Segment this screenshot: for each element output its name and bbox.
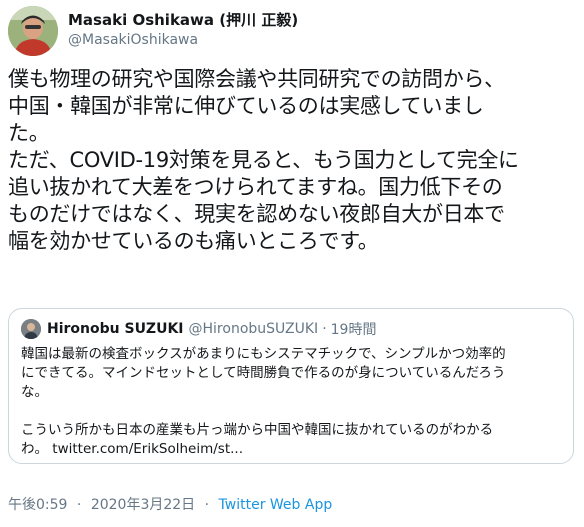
author-avatar[interactable] <box>8 6 58 56</box>
quoted-avatar-photo <box>21 319 41 339</box>
quoted-author-handle: @HironobuSUZUKI <box>188 321 319 337</box>
quoted-tweet-header: Hironobu SUZUKI @HironobuSUZUKI · 19時間 <box>21 319 376 339</box>
quoted-author-name: Hironobu SUZUKI <box>47 321 184 337</box>
quoted-tweet-text: 韓国は最新の検査ボックスがあまりにもシステマチックで、シンプルかつ効率的 にでき… <box>21 345 561 459</box>
avatar-photo <box>8 6 58 56</box>
author-handle[interactable]: @MasakiOshikawa <box>68 30 298 50</box>
tweet-meta: 午後0:59 · 2020年3月22日 · Twitter Web App <box>8 494 332 514</box>
tweet-date[interactable]: 2020年3月22日 <box>91 497 195 513</box>
author-name[interactable]: Masaki Oshikawa (押川 正毅) <box>68 10 298 30</box>
author-info: Masaki Oshikawa (押川 正毅) @MasakiOshikawa <box>68 10 298 50</box>
meta-separator: · <box>76 497 82 513</box>
quoted-separator: · <box>322 321 327 337</box>
quoted-author-avatar <box>21 319 41 339</box>
quoted-tweet[interactable]: Hironobu SUZUKI @HironobuSUZUKI · 19時間 韓… <box>8 308 574 464</box>
source-app-link[interactable]: Twitter Web App <box>219 497 333 513</box>
meta-separator-2: · <box>204 497 210 513</box>
quoted-timestamp: 19時間 <box>330 322 377 338</box>
tweet-time[interactable]: 午後0:59 <box>8 497 67 513</box>
quoted-link[interactable]: twitter.com/ErikSolheim/st... <box>52 441 243 457</box>
tweet-text: 僕も物理の研究や国際会議や共同研究での訪問から、 中国・韓国が非常に伸びているの… <box>8 67 519 253</box>
